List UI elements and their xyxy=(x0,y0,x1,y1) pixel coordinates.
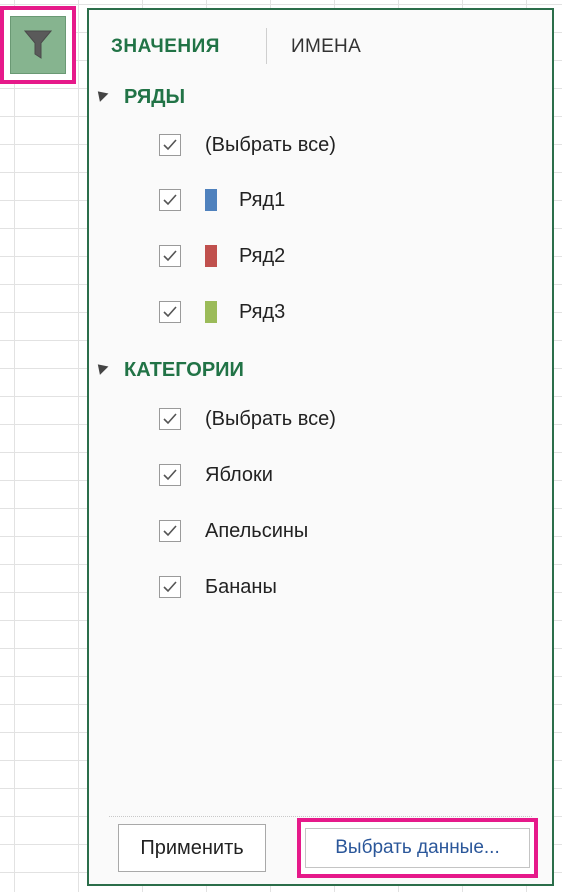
checkmark-icon xyxy=(163,469,177,481)
series-1-label: Ряд1 xyxy=(239,188,286,211)
funnel-icon xyxy=(24,30,52,59)
series-3-color-swatch xyxy=(205,301,217,323)
chart-filter-panel: ЗНАЧЕНИЯ ИМЕНА РЯДЫ (Выбрать все) Ряд1 Р… xyxy=(87,8,554,886)
series-2-label: Ряд2 xyxy=(239,244,286,267)
select-data-highlight: Выбрать данные... xyxy=(297,818,538,878)
series-item-2[interactable]: Ряд2 xyxy=(159,241,285,271)
series-2-checkbox[interactable] xyxy=(159,245,181,267)
category-item-apples[interactable]: Яблоки xyxy=(159,460,273,490)
series-item-3[interactable]: Ряд3 xyxy=(159,297,285,327)
series-section-title: РЯДЫ xyxy=(124,86,186,108)
category-bananas-checkbox[interactable] xyxy=(159,576,181,598)
select-data-button[interactable]: Выбрать данные... xyxy=(305,828,530,868)
categories-select-all-label: (Выбрать все) xyxy=(205,407,336,430)
series-3-label: Ряд3 xyxy=(239,300,286,323)
series-select-all-item[interactable]: (Выбрать все) xyxy=(159,130,336,160)
category-apples-checkbox[interactable] xyxy=(159,464,181,486)
series-item-1[interactable]: Ряд1 xyxy=(159,185,285,215)
categories-section-title: КАТЕГОРИИ xyxy=(124,359,244,381)
checkmark-icon xyxy=(163,139,177,151)
apply-button[interactable]: Применить xyxy=(118,824,266,872)
checkmark-icon xyxy=(163,194,177,206)
category-apples-label: Яблоки xyxy=(205,463,273,486)
categories-section-header[interactable]: КАТЕГОРИИ xyxy=(93,359,244,382)
series-select-all-label: (Выбрать все) xyxy=(205,133,336,156)
checkmark-icon xyxy=(163,306,177,318)
categories-select-all-checkbox[interactable] xyxy=(159,408,181,430)
category-oranges-label: Апельсины xyxy=(205,519,309,542)
series-1-color-swatch xyxy=(205,189,217,211)
series-2-color-swatch xyxy=(205,245,217,267)
tab-bar: ЗНАЧЕНИЯ ИМЕНА xyxy=(89,28,552,64)
tab-values[interactable]: ЗНАЧЕНИЯ xyxy=(111,36,220,58)
checkmark-icon xyxy=(163,525,177,537)
category-item-bananas[interactable]: Бананы xyxy=(159,572,277,602)
checkmark-icon xyxy=(163,581,177,593)
triangle-collapse-icon[interactable] xyxy=(93,360,109,375)
checkmark-icon xyxy=(163,413,177,425)
category-item-oranges[interactable]: Апельсины xyxy=(159,516,308,546)
tab-names[interactable]: ИМЕНА xyxy=(291,36,361,58)
series-select-all-checkbox[interactable] xyxy=(159,134,181,156)
series-3-checkbox[interactable] xyxy=(159,301,181,323)
categories-select-all-item[interactable]: (Выбрать все) xyxy=(159,404,336,434)
series-section-header[interactable]: РЯДЫ xyxy=(93,86,186,109)
category-oranges-checkbox[interactable] xyxy=(159,520,181,542)
chart-filter-highlight xyxy=(0,6,76,84)
chart-filter-button[interactable] xyxy=(10,16,66,74)
category-bananas-label: Бананы xyxy=(205,575,277,598)
tab-separator xyxy=(266,28,267,64)
footer-divider xyxy=(109,816,532,817)
series-1-checkbox[interactable] xyxy=(159,189,181,211)
triangle-collapse-icon[interactable] xyxy=(93,87,109,102)
checkmark-icon xyxy=(163,250,177,262)
